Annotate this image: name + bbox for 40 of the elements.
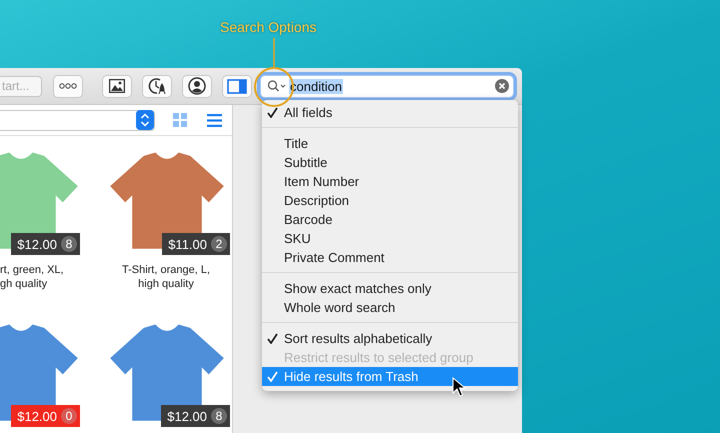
- menu-item[interactable]: Barcode: [262, 210, 518, 229]
- person-button[interactable]: [182, 74, 212, 98]
- menu-item[interactable]: All fields: [262, 103, 518, 122]
- image-icon: [109, 79, 125, 93]
- more-icon: [59, 83, 77, 89]
- count-badge: 8: [211, 408, 227, 424]
- clear-icon[interactable]: [495, 79, 509, 93]
- product-caption: high quality: [138, 277, 194, 291]
- pointer-cursor-icon: [452, 377, 466, 397]
- price-tag: $12.00 0: [11, 405, 80, 427]
- person-icon: [188, 77, 206, 95]
- price-tag: $12.00 8: [161, 405, 230, 427]
- list-view-icon[interactable]: [207, 114, 222, 126]
- menu-item[interactable]: Description: [262, 191, 518, 210]
- product-caption: rt, green, XL,: [0, 263, 64, 277]
- more-button[interactable]: [53, 74, 83, 98]
- menu-item[interactable]: Private Comment: [262, 248, 518, 267]
- text-field[interactable]: tart...: [0, 76, 42, 96]
- count-badge: 0: [61, 408, 77, 424]
- menu-item[interactable]: Show exact matches only: [262, 279, 518, 298]
- price-tag: $12.00 8: [11, 233, 80, 255]
- clock-button[interactable]: [142, 74, 172, 98]
- popup-field[interactable]: [0, 110, 155, 130]
- menu-item[interactable]: Whole word search: [262, 298, 518, 317]
- menu-item[interactable]: Item Number: [262, 172, 518, 191]
- price-tag: $11.00 2: [162, 233, 230, 255]
- menu-item[interactable]: SKU: [262, 229, 518, 248]
- count-badge: 2: [211, 236, 227, 252]
- sidebar-button[interactable]: [222, 74, 252, 98]
- clock-rocket-icon: [148, 77, 166, 95]
- search-options-icon[interactable]: [267, 80, 287, 92]
- menu-item[interactable]: Subtitle: [262, 153, 518, 172]
- product-caption: gh quality: [0, 277, 48, 291]
- image-button[interactable]: [102, 74, 132, 98]
- count-badge: 8: [61, 236, 77, 252]
- product-caption: T-Shirt, orange, L,: [122, 263, 210, 277]
- menu-item[interactable]: Sort results alphabetically: [262, 329, 518, 348]
- annotation-label: Search Options: [220, 19, 316, 36]
- stepper-icon: [136, 110, 154, 130]
- menu-item[interactable]: Title: [262, 134, 518, 153]
